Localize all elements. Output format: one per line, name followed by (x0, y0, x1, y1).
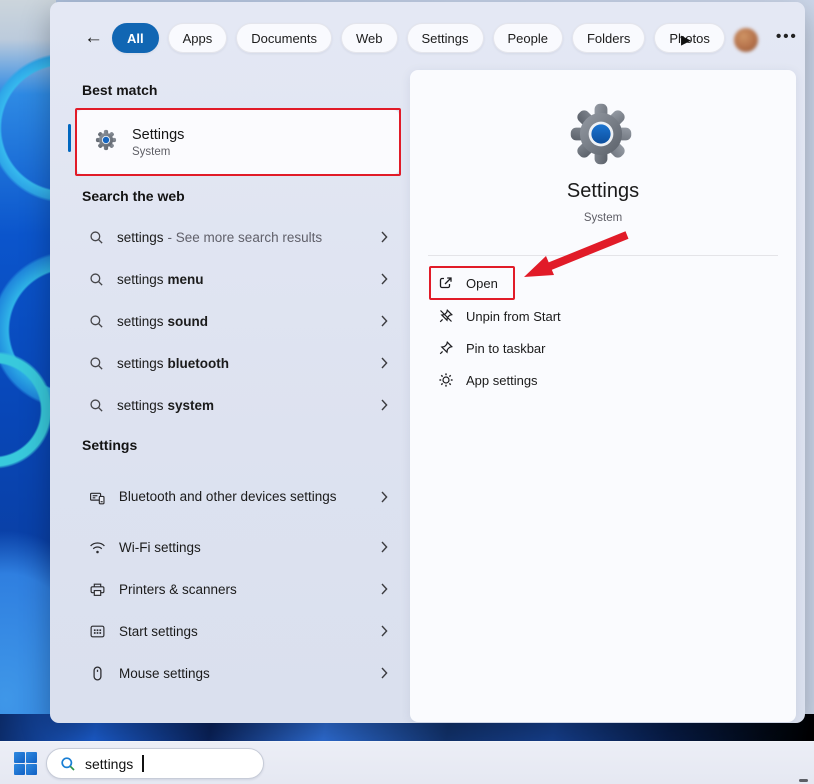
search-flyout-panel: ← All Apps Documents Web Settings People… (50, 2, 805, 723)
search-icon (90, 272, 103, 286)
search-icon (61, 756, 75, 771)
preview-title: Settings (566, 180, 640, 202)
text-cursor (142, 755, 144, 772)
filter-tab-documents[interactable]: Documents (236, 23, 333, 53)
wifi-icon (90, 541, 105, 553)
settings-section-header: Settings (82, 437, 138, 453)
taskbar: settings M365 O N W X P (0, 741, 814, 784)
settings-gear-icon-large (568, 101, 634, 172)
settings-gear-icon (95, 129, 117, 156)
unpin-icon (438, 308, 455, 325)
web-suggestion-row[interactable]: settings - See more search results (76, 220, 402, 254)
web-suggestion-row[interactable]: settings menu (76, 262, 402, 296)
back-button[interactable]: ← (84, 28, 103, 47)
action-pin-to-taskbar[interactable]: Pin to taskbar (410, 332, 796, 364)
chevron-right-icon (381, 667, 388, 679)
search-icon (90, 398, 103, 412)
filter-tab-settings[interactable]: Settings (406, 23, 484, 53)
start-panel-icon (90, 625, 105, 637)
settings-result-mouse[interactable]: Mouse settings (76, 656, 402, 690)
devices-icon (90, 492, 105, 504)
chevron-right-icon (381, 399, 388, 411)
start-button[interactable] (14, 752, 37, 775)
divider (428, 255, 778, 256)
search-icon (90, 356, 103, 370)
chevron-right-icon (381, 357, 388, 369)
chevron-right-icon (381, 273, 388, 285)
chevron-right-icon (381, 491, 388, 503)
mouse-icon (93, 665, 102, 681)
chevron-right-icon (381, 625, 388, 637)
preview-subtitle: System (583, 212, 623, 224)
preview-pane: Settings System Open Unpin from Start Pi… (410, 70, 796, 722)
user-avatar[interactable] (734, 28, 758, 52)
settings-result-wifi[interactable]: Wi-Fi settings (76, 530, 402, 564)
taskbar-search-input[interactable]: settings (46, 748, 264, 779)
settings-result-start[interactable]: Start settings (76, 614, 402, 648)
open-external-icon (438, 275, 455, 292)
filter-pill-bar: All Apps Documents Web Settings People F… (112, 23, 725, 53)
web-section-header: Search the web (82, 188, 185, 204)
chevron-right-icon (381, 231, 388, 243)
chevron-right-icon (381, 583, 388, 595)
chevron-right-icon (381, 541, 388, 553)
best-match-title: Settings (132, 126, 185, 143)
web-suggestion-row[interactable]: settings system (76, 388, 402, 422)
more-options-icon[interactable]: ••• (776, 28, 798, 45)
best-match-subtitle: System (132, 145, 171, 158)
web-suggestion-row[interactable]: settings sound (76, 304, 402, 338)
settings-result-printers[interactable]: Printers & scanners (76, 572, 402, 606)
filter-tab-web[interactable]: Web (341, 23, 398, 53)
best-match-result-settings[interactable]: Settings System (77, 110, 399, 174)
search-icon (90, 314, 103, 328)
action-app-settings[interactable]: App settings (410, 364, 796, 396)
filter-tab-people[interactable]: People (492, 23, 563, 53)
filter-tab-all[interactable]: All (112, 23, 159, 53)
settings-result-bluetooth-devices[interactable]: Bluetooth and other devices settings (76, 469, 402, 525)
search-icon (90, 230, 103, 244)
selection-accent-bar (68, 124, 71, 152)
filter-tab-folders[interactable]: Folders (571, 23, 646, 53)
filters-overflow-icon[interactable]: ▶ (681, 33, 691, 46)
pin-icon (438, 340, 455, 357)
action-unpin-from-start[interactable]: Unpin from Start (410, 300, 796, 332)
open-app-indicator (799, 779, 808, 782)
filter-tab-apps[interactable]: Apps (167, 23, 228, 53)
best-match-header: Best match (82, 82, 158, 98)
action-open[interactable]: Open (410, 267, 796, 299)
wallpaper-bloom (0, 0, 56, 784)
web-suggestion-row[interactable]: settings bluetooth (76, 346, 402, 380)
search-query-text: settings (85, 755, 134, 772)
chevron-right-icon (381, 315, 388, 327)
gear-icon (438, 372, 455, 389)
printer-icon (90, 583, 105, 596)
